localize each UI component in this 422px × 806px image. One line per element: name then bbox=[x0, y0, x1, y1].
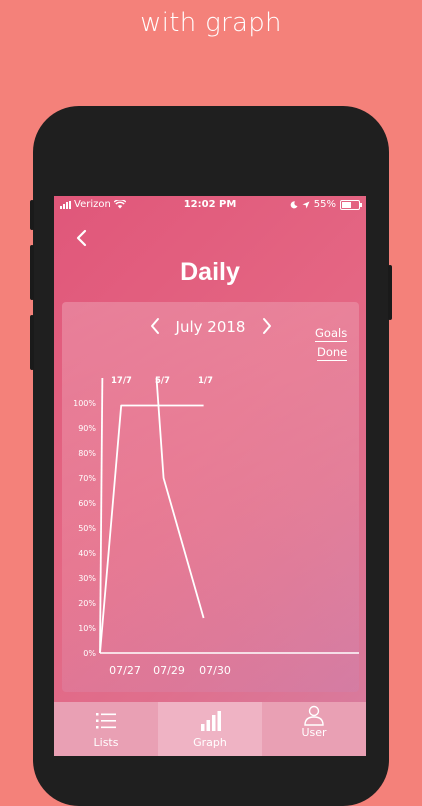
annotation-label: 17/7 bbox=[111, 376, 132, 386]
y-tick-label: 50% bbox=[78, 524, 96, 533]
tab-lists[interactable]: Lists bbox=[54, 702, 158, 756]
status-bar: Verizon 12:02 PM 55% bbox=[54, 196, 366, 214]
y-tick-label: 40% bbox=[78, 549, 96, 558]
tab-label: User bbox=[301, 726, 327, 739]
x-tick-label: 07/30 bbox=[199, 664, 231, 677]
promo-headline: with graph bbox=[140, 8, 282, 38]
y-tick-label: 30% bbox=[78, 574, 96, 583]
x-tick-label: 07/27 bbox=[109, 664, 141, 677]
y-tick-label: 10% bbox=[78, 624, 96, 633]
graph-card: July 2018 Goals Done 0% 10% 20% 30% 40% 50% 60… bbox=[62, 302, 359, 692]
y-tick-label: 70% bbox=[78, 474, 96, 483]
progress-line-chart: 0% 10% 20% 30% 40% 50% 60% 70% 80% 90% 100% 07/27 07… bbox=[73, 376, 359, 677]
app-screen: Verizon 12:02 PM 55% Daily July 2018 Goa… bbox=[54, 196, 366, 756]
user-icon bbox=[304, 705, 324, 726]
phone-side-button bbox=[30, 200, 34, 230]
series-line bbox=[99, 377, 104, 654]
tab-graph[interactable]: Graph bbox=[158, 702, 262, 756]
back-button[interactable] bbox=[70, 226, 94, 250]
annotation-label: 5/7 bbox=[155, 376, 170, 386]
phone-volume-up bbox=[30, 245, 34, 300]
page-title: Daily bbox=[180, 258, 240, 286]
tab-bar: Lists Graph User bbox=[54, 702, 366, 756]
tab-user[interactable]: User bbox=[262, 702, 366, 756]
goals-link[interactable]: Goals bbox=[315, 326, 348, 342]
series-line bbox=[99, 404, 204, 654]
tab-label: Lists bbox=[93, 736, 119, 749]
phone-power-button bbox=[388, 265, 392, 320]
location-arrow-icon bbox=[302, 201, 310, 208]
tab-label: Graph bbox=[193, 736, 227, 749]
battery-percent: 55% bbox=[313, 199, 336, 210]
list-icon bbox=[96, 713, 116, 729]
moon-icon bbox=[290, 200, 298, 208]
next-month-button[interactable] bbox=[258, 316, 276, 336]
y-tick-label: 90% bbox=[78, 424, 96, 433]
bar-chart-icon bbox=[201, 711, 221, 731]
battery-icon bbox=[340, 199, 362, 210]
phone-volume-down bbox=[30, 315, 34, 370]
y-tick-label: 0% bbox=[83, 649, 96, 658]
y-tick-label: 80% bbox=[78, 449, 96, 458]
series-line bbox=[155, 377, 205, 619]
done-link[interactable]: Done bbox=[317, 345, 348, 361]
y-tick-label: 100% bbox=[73, 399, 96, 408]
annotation-label: 1/7 bbox=[198, 376, 213, 386]
y-tick-label: 60% bbox=[78, 499, 96, 508]
x-tick-label: 07/29 bbox=[153, 664, 185, 677]
y-tick-label: 20% bbox=[78, 599, 96, 608]
chevron-left-icon bbox=[76, 229, 87, 247]
chevron-right-icon bbox=[263, 318, 271, 334]
